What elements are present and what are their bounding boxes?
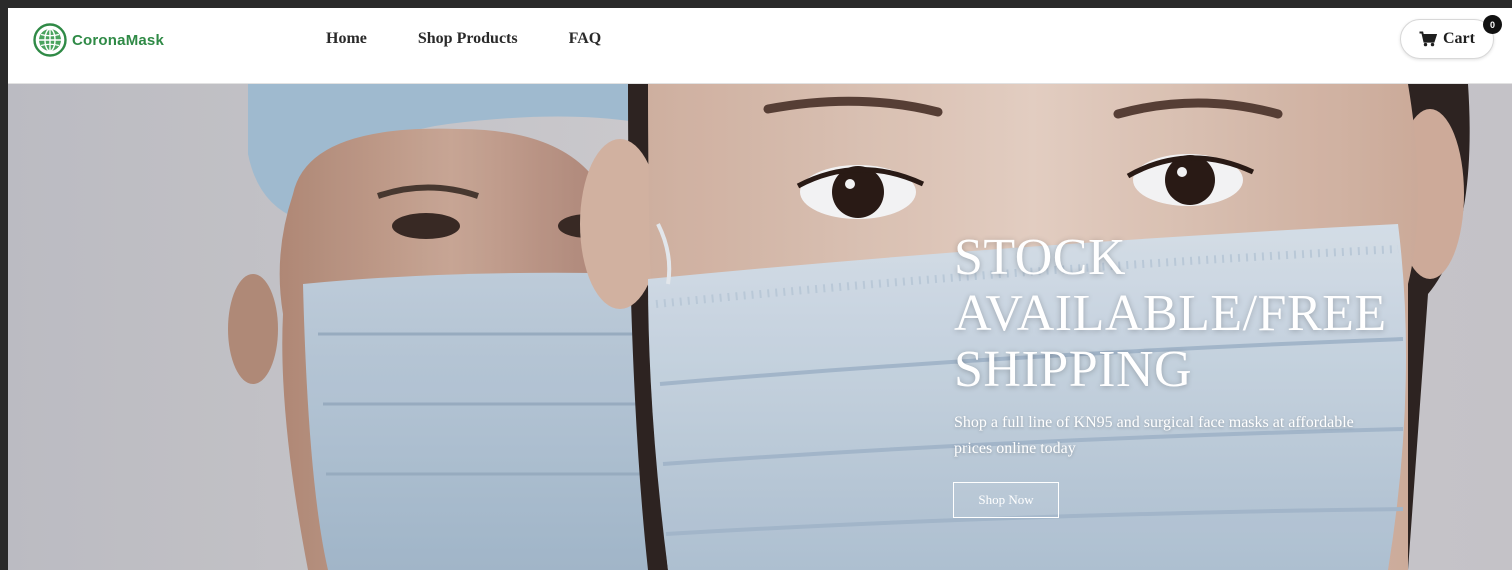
shopping-cart-icon [1419,31,1437,47]
brand-logo[interactable]: CoronaMask [33,21,164,59]
nav-home-link[interactable]: Home [326,28,367,50]
nav-shop-products-link[interactable]: Shop Products [418,28,518,50]
cart-button[interactable]: Cart [1400,19,1494,59]
page: CoronaMask Home Shop Products FAQ Cart 0 [8,8,1512,570]
globe-logo-icon [33,23,67,57]
cart-count-badge: 0 [1483,15,1502,34]
cart-label: Cart [1443,30,1475,47]
hero-subtitle: Shop a full line of KN95 and surgical fa… [954,414,1354,457]
nav-faq-link[interactable]: FAQ [569,28,602,50]
brand-name: CoronaMask [72,31,165,49]
navbar: CoronaMask Home Shop Products FAQ Cart 0 [8,8,1512,84]
shop-now-button[interactable]: Shop Now [953,482,1059,518]
hero-title: STOCK AVAILABLE/FREE SHIPPING [954,229,1387,398]
hero-banner: STOCK AVAILABLE/FREE SHIPPING Shop a ful… [8,84,1512,570]
main-nav: Home Shop Products FAQ [326,28,652,50]
